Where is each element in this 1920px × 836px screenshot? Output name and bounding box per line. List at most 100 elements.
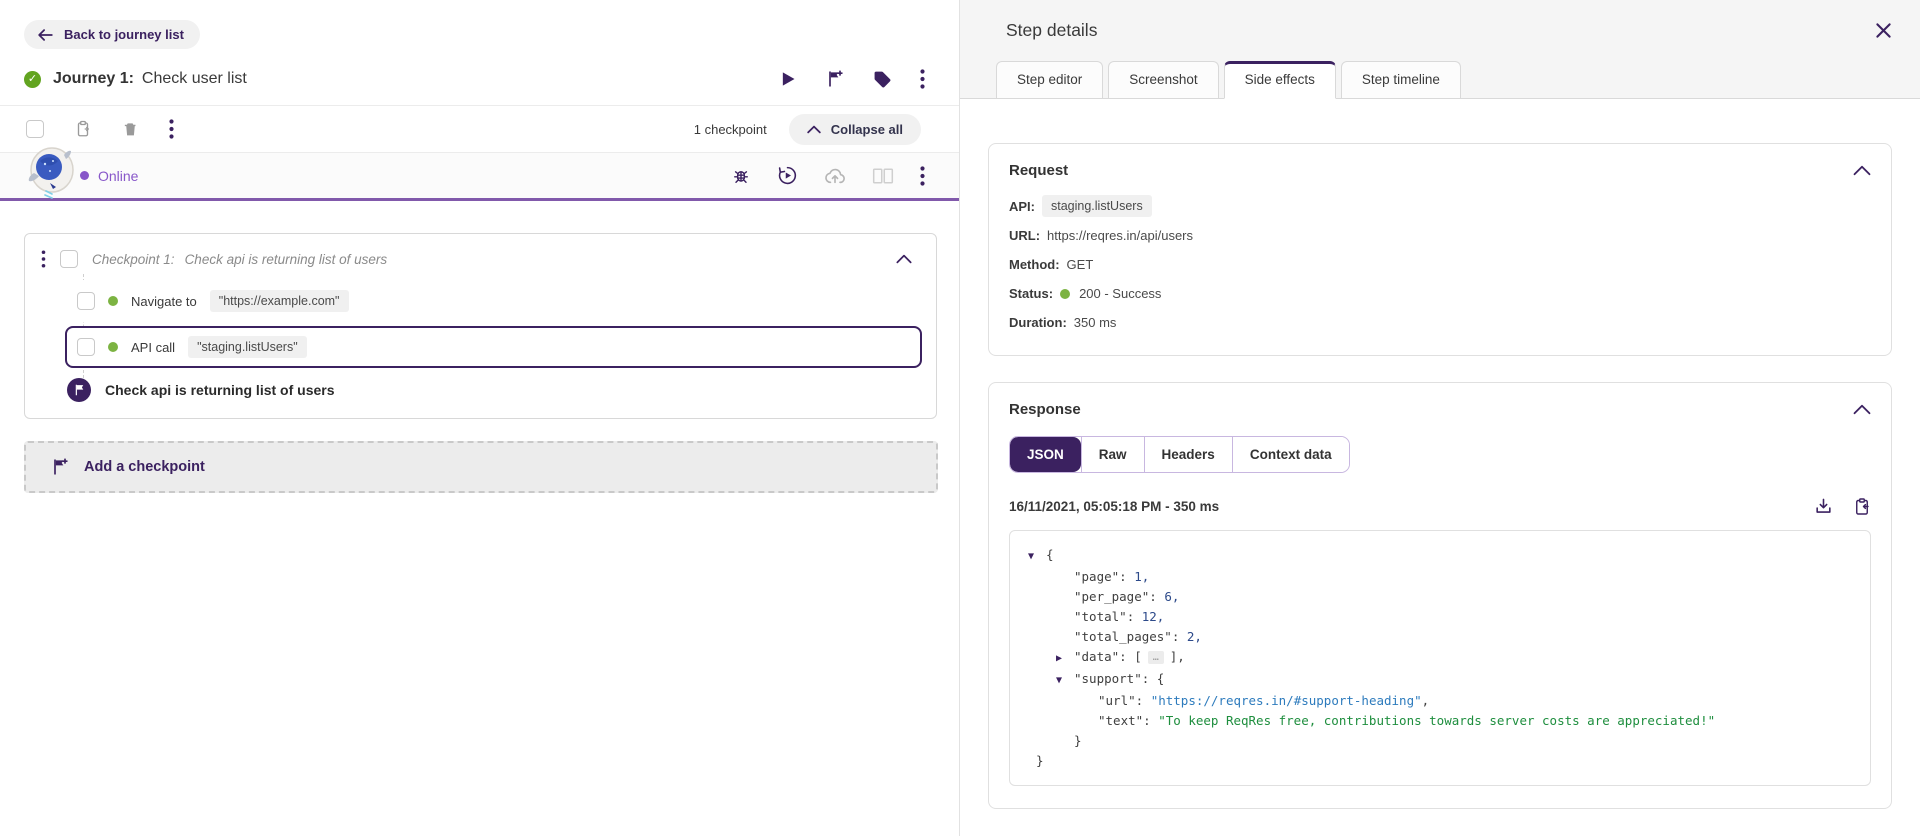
checkpoint-assertion[interactable]: Check api is returning list of users — [67, 378, 926, 402]
json-key: "text" — [1098, 713, 1144, 728]
copy-response-button[interactable] — [1853, 497, 1871, 516]
json-token: : — [1126, 609, 1142, 624]
online-status-dot — [80, 171, 89, 180]
step-row-api-call[interactable]: API call "staging.listUsers" — [65, 326, 922, 368]
journey-panel: Back to journey list ✓ Journey 1: Check … — [0, 0, 959, 836]
json-key: "total_pages" — [1074, 629, 1172, 644]
journey-menu-button[interactable] — [920, 69, 925, 89]
tab-screenshot[interactable]: Screenshot — [1108, 61, 1219, 98]
select-all-checkbox[interactable] — [26, 120, 44, 138]
collapsed-array-ellipsis[interactable]: … — [1147, 651, 1164, 664]
kebab-menu-icon — [41, 250, 46, 268]
json-token: , — [1421, 693, 1430, 708]
back-to-journey-list-button[interactable]: Back to journey list — [24, 20, 200, 49]
cloud-upload-icon — [824, 166, 846, 186]
checkpoint-checkbox[interactable] — [60, 250, 78, 268]
run-journey-button[interactable] — [777, 69, 797, 89]
response-card: Response JSON Raw Headers Context data 1… — [988, 382, 1892, 809]
chevron-up-icon — [1853, 404, 1871, 415]
json-number: 2, — [1186, 629, 1202, 644]
status-value: 200 - Success — [1079, 286, 1162, 301]
step-status-dot — [108, 296, 118, 306]
collapse-all-label: Collapse all — [830, 121, 903, 137]
json-token: : — [1135, 693, 1151, 708]
collapse-all-button[interactable]: Collapse all — [788, 113, 921, 145]
duration-value: 350 ms — [1073, 315, 1117, 330]
step-action-label: Navigate to — [131, 293, 197, 309]
delete-button[interactable] — [122, 120, 139, 138]
json-key: "url" — [1098, 693, 1136, 708]
checkpoint-count: 1 checkpoint — [693, 121, 767, 137]
request-card: Request API: staging.listUsers URL: http… — [988, 143, 1892, 356]
response-format-tabs: JSON Raw Headers Context data — [1009, 436, 1350, 473]
close-icon — [1873, 20, 1894, 41]
arrow-left-icon — [37, 28, 54, 42]
json-token: : { — [1141, 671, 1165, 686]
json-response-viewer: ▼{ "page": 1, "per_page": 6, "total": 12… — [1009, 530, 1871, 786]
expand-collapse-icon[interactable]: ▼ — [1028, 547, 1046, 567]
journey-success-icon: ✓ — [24, 70, 41, 88]
step-value-chip: "https://example.com" — [209, 290, 349, 312]
response-collapse-button[interactable] — [1853, 404, 1871, 415]
response-tab-context-data[interactable]: Context data — [1231, 437, 1349, 472]
tag-button[interactable] — [873, 70, 892, 89]
duration-label: Duration: — [1009, 315, 1067, 330]
history-play-icon — [777, 165, 798, 186]
online-status-label: Online — [98, 167, 139, 184]
download-response-button[interactable] — [1814, 497, 1833, 516]
selection-menu-button[interactable] — [169, 119, 174, 139]
app-root: Back to journey list ✓ Journey 1: Check … — [0, 0, 1920, 836]
checkpoint-drag-menu-button[interactable] — [41, 250, 46, 268]
step-status-dot — [108, 342, 118, 352]
split-view-button[interactable] — [872, 167, 894, 185]
checkpoint-collapse-button[interactable] — [896, 254, 912, 264]
chevron-up-icon — [896, 254, 912, 264]
download-icon — [1814, 497, 1833, 516]
add-checkpoint-label: Add a checkpoint — [84, 459, 205, 475]
tab-side-effects[interactable]: Side effects — [1223, 61, 1336, 99]
close-panel-button[interactable] — [1869, 16, 1898, 45]
json-token: } — [1074, 733, 1082, 748]
add-checkpoint-button[interactable]: Add a checkpoint — [24, 441, 938, 493]
json-string-url: "https://reqres.in/#support-heading" — [1150, 693, 1422, 708]
step-checkbox[interactable] — [77, 338, 95, 356]
checkpoint-title: Check api is returning list of users — [184, 251, 388, 267]
response-tab-json[interactable]: JSON — [1010, 437, 1081, 472]
flag-icon — [67, 378, 91, 402]
step-action-label: API call — [131, 339, 176, 355]
response-tab-headers[interactable]: Headers — [1143, 437, 1232, 472]
json-number: 12, — [1141, 609, 1165, 624]
status-menu-button[interactable] — [920, 165, 925, 186]
checkpoint-label: Checkpoint 1: — [92, 251, 175, 267]
flag-plus-icon — [825, 69, 845, 89]
expand-collapse-icon[interactable]: ▼ — [1056, 671, 1074, 691]
json-token: : — [1149, 589, 1165, 604]
expand-collapse-icon[interactable]: ▶ — [1056, 649, 1074, 669]
cloud-upload-button[interactable] — [824, 166, 846, 186]
step-checkbox[interactable] — [77, 292, 95, 310]
trash-icon — [122, 120, 139, 138]
response-tab-raw[interactable]: Raw — [1080, 437, 1144, 472]
panel-title: Step details — [1006, 20, 1098, 40]
journey-title: Check user list — [141, 70, 247, 87]
tab-step-editor[interactable]: Step editor — [996, 61, 1104, 98]
chevron-up-icon — [1853, 165, 1871, 176]
json-number: 6, — [1164, 589, 1180, 604]
tab-step-timeline[interactable]: Step timeline — [1340, 61, 1461, 98]
debug-button[interactable] — [731, 166, 751, 186]
json-key: "per_page" — [1074, 589, 1150, 604]
method-value: GET — [1066, 257, 1094, 272]
journey-label: Journey 1: — [53, 70, 134, 87]
url-label: URL: — [1009, 228, 1041, 243]
kebab-menu-icon — [920, 69, 925, 89]
step-row-navigate[interactable]: Navigate to "https://example.com" — [65, 280, 922, 322]
json-token: : [ — [1119, 649, 1142, 664]
json-token: : — [1171, 629, 1187, 644]
status-label: Status: — [1009, 286, 1054, 301]
request-collapse-button[interactable] — [1853, 165, 1871, 176]
replay-history-button[interactable] — [777, 165, 798, 186]
play-icon — [777, 69, 797, 89]
response-timestamp: 16/11/2021, 05:05:18 PM - 350 ms — [1009, 499, 1220, 514]
add-checkpoint-flag-button[interactable] — [825, 69, 845, 89]
duplicate-button[interactable] — [74, 120, 92, 138]
